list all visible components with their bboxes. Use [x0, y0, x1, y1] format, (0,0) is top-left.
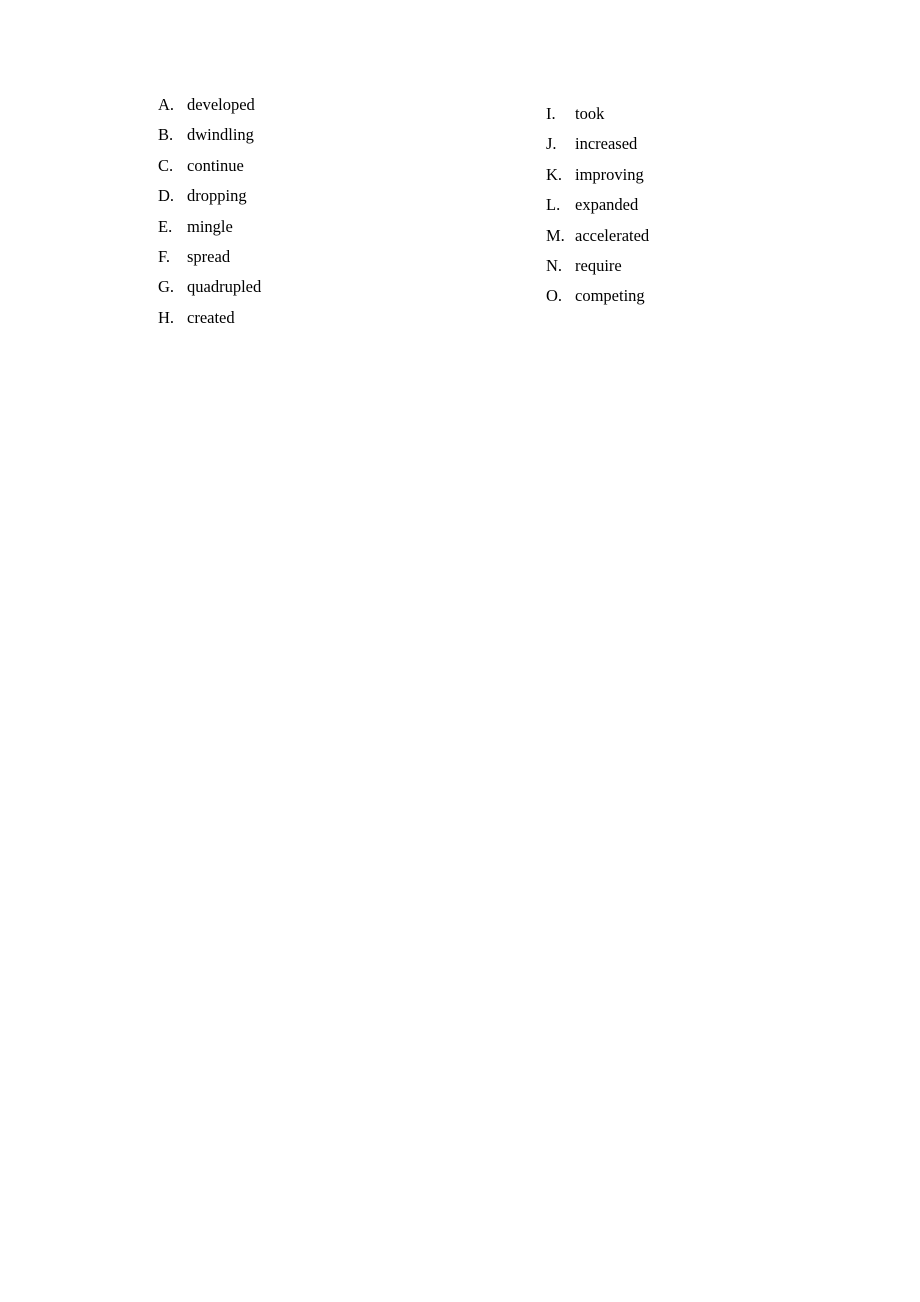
option-item-i[interactable]: I. took [546, 99, 649, 129]
option-item-g[interactable]: G. quadrupled [158, 272, 261, 302]
option-item-o[interactable]: O. competing [546, 281, 649, 311]
option-word: competing [575, 286, 645, 306]
option-label: M. [546, 225, 565, 245]
option-item-j[interactable]: J. increased [546, 129, 649, 159]
option-word: created [187, 307, 235, 327]
option-word: mingle [187, 216, 233, 236]
option-label: J. [546, 134, 557, 154]
option-item-l[interactable]: L. expanded [546, 190, 649, 220]
option-word: increased [575, 134, 638, 154]
option-word: accelerated [575, 225, 650, 245]
option-label: H. [158, 307, 175, 327]
option-word: require [575, 255, 622, 275]
option-item-a[interactable]: A. developed [158, 90, 261, 120]
option-word: developed [187, 95, 255, 114]
option-label: E. [158, 216, 173, 236]
option-word: continue [187, 155, 244, 175]
option-word: dwindling [187, 125, 254, 145]
option-label: L. [546, 195, 561, 215]
option-label: A. [158, 95, 175, 114]
option-word: improving [575, 164, 644, 184]
option-label: I. [546, 104, 556, 123]
option-label: O. [546, 286, 563, 306]
option-item-n[interactable]: N. require [546, 251, 649, 281]
option-label: D. [158, 186, 175, 206]
option-word: quadrupled [187, 277, 262, 297]
option-item-d[interactable]: D. dropping [158, 181, 261, 211]
option-item-f[interactable]: F. spread [158, 242, 261, 272]
option-item-h[interactable]: H. created [158, 303, 261, 333]
option-label: B. [158, 125, 174, 145]
option-label: G. [158, 277, 175, 297]
option-item-m[interactable]: M. accelerated [546, 221, 649, 251]
option-item-c[interactable]: C. continue [158, 151, 261, 181]
option-label: N. [546, 255, 563, 275]
option-word: spread [187, 246, 231, 266]
word-bank-options: A. developed B. dwindling C. continue D. droppi… [0, 0, 920, 1302]
option-label: C. [158, 155, 174, 175]
option-label: F. [158, 246, 170, 266]
option-label: K. [546, 164, 563, 184]
options-column-left: A. developed B. dwindling C. continue D. droppi… [158, 90, 261, 333]
option-word: took [575, 104, 605, 123]
option-word: dropping [187, 186, 247, 206]
option-item-b[interactable]: B. dwindling [158, 120, 261, 150]
option-item-e[interactable]: E. mingle [158, 212, 261, 242]
options-column-right: I. took J. increased K. improving L. expanded M.… [546, 99, 649, 312]
option-word: expanded [575, 195, 639, 215]
document-page: A. developed B. dwindling C. continue D. droppi… [0, 0, 920, 1302]
option-item-k[interactable]: K. improving [546, 160, 649, 190]
